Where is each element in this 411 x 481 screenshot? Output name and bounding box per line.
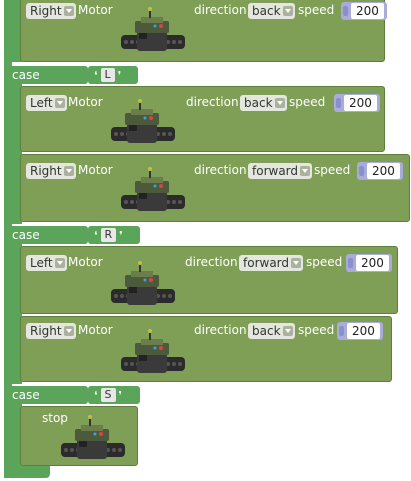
quote-open-icon: ❛ [94, 388, 98, 402]
direction-dropdown[interactable]: forward [248, 163, 313, 179]
chevron-down-icon [54, 258, 65, 268]
speed-input[interactable]: 200 [367, 163, 400, 179]
chevron-down-icon [63, 6, 74, 16]
direction-dropdown[interactable]: back [240, 95, 287, 111]
quote-close-icon: ❜ [119, 228, 123, 242]
motor-label: Motor [78, 163, 113, 177]
speed-label: speed [314, 163, 351, 177]
speed-label: speed [289, 95, 326, 109]
motor-label: Motor [78, 3, 113, 17]
side-dropdown[interactable]: Right [26, 3, 76, 19]
motor-label: Motor [78, 323, 113, 337]
case-value-block[interactable]: ❛ S ❜ [88, 386, 140, 404]
speed-label: speed [298, 323, 335, 337]
side-dropdown[interactable]: Left [26, 255, 67, 271]
motor-label: Motor [68, 255, 103, 269]
direction-label: direction [186, 95, 239, 109]
chevron-down-icon [274, 98, 285, 108]
chevron-down-icon [300, 166, 311, 176]
case-label: case [12, 228, 40, 242]
quote-open-icon: ❛ [94, 68, 98, 82]
chevron-down-icon [282, 6, 293, 16]
speed-input[interactable]: 200 [356, 255, 389, 271]
motor-label: Motor [68, 95, 103, 109]
speed-slot: 200 [346, 254, 392, 272]
stop-block[interactable]: stop [20, 406, 138, 466]
motor-block[interactable]: Left Motor direction back speed 200 [20, 86, 385, 152]
direction-dropdown[interactable]: back [248, 3, 295, 19]
case-value-block[interactable]: ❛ R ❜ [88, 226, 140, 244]
speed-input[interactable]: 200 [347, 323, 380, 339]
quote-close-icon: ❜ [118, 388, 123, 402]
side-dropdown[interactable]: Left [26, 95, 67, 111]
direction-label: direction [185, 255, 238, 269]
quote-open-icon: ❛ [94, 228, 98, 242]
quote-close-icon: ❜ [117, 68, 122, 82]
robot-car-icon [61, 415, 125, 459]
side-dropdown[interactable]: Right [26, 323, 76, 339]
case-value-block[interactable]: ❛ L ❜ [88, 66, 138, 84]
speed-input[interactable]: 200 [351, 3, 384, 19]
speed-slot: 200 [357, 162, 403, 180]
chevron-down-icon [291, 258, 302, 268]
direction-label: direction [194, 163, 247, 177]
robot-car-icon [111, 99, 175, 143]
speed-label: speed [298, 3, 335, 17]
chevron-down-icon [63, 326, 74, 336]
chevron-down-icon [63, 166, 74, 176]
speed-input[interactable]: 200 [344, 95, 377, 111]
speed-slot: 200 [337, 322, 383, 340]
case-label: case [12, 388, 40, 402]
speed-slot: 200 [334, 94, 380, 112]
robot-car-icon [111, 261, 175, 305]
motor-block[interactable]: Right Motor direction forward speed 200 [20, 154, 410, 222]
speed-label: speed [306, 255, 343, 269]
direction-label: direction [194, 3, 247, 17]
robot-car-icon [121, 167, 185, 211]
case-value[interactable]: R [100, 228, 117, 242]
chevron-down-icon [54, 98, 65, 108]
side-dropdown[interactable]: Right [26, 163, 76, 179]
case-label: case [12, 68, 40, 82]
case-value[interactable]: S [100, 388, 116, 402]
case-value[interactable]: L [100, 68, 115, 82]
chevron-down-icon [282, 326, 293, 336]
motor-block[interactable]: Left Motor direction forward speed 200 [20, 246, 398, 314]
direction-label: direction [194, 323, 247, 337]
robot-car-icon [121, 329, 185, 373]
robot-car-icon [121, 7, 185, 51]
speed-slot: 200 [341, 2, 387, 20]
direction-dropdown[interactable]: back [248, 323, 295, 339]
motor-block[interactable]: Right Motor direction back speed 200 [20, 316, 392, 382]
direction-dropdown[interactable]: forward [239, 255, 304, 271]
switch-bottom [4, 466, 50, 478]
motor-block[interactable]: Right Motor direction back speed 200 [20, 0, 387, 62]
